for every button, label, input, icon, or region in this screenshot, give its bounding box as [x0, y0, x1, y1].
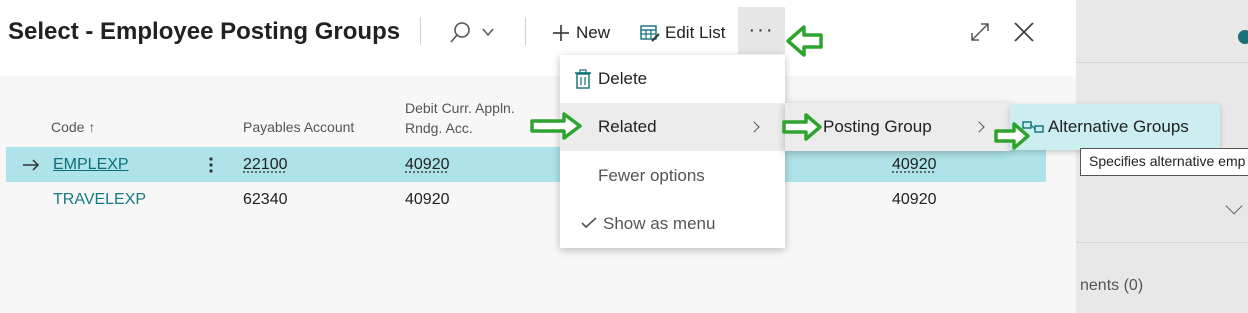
row-menu-icon[interactable]	[209, 157, 213, 173]
menu-item-delete[interactable]: Delete	[560, 55, 785, 103]
menu-item-label: Posting Group	[823, 117, 932, 136]
new-button-label: New	[576, 23, 611, 42]
background-divider	[1076, 62, 1248, 63]
background-status-dot	[1238, 30, 1248, 44]
code-cell[interactable]: TRAVELEXP	[53, 182, 146, 217]
menu-item-label: Delete	[598, 69, 648, 88]
annotation-arrow-right	[994, 122, 1030, 150]
account-cell: 40920	[892, 191, 937, 208]
more-options-button[interactable]: ···	[738, 7, 785, 54]
expand-icon[interactable]	[968, 20, 992, 44]
edit-list-button[interactable]: Edit List	[640, 18, 725, 48]
chevron-right-icon	[973, 121, 985, 133]
ellipsis-icon: ···	[748, 19, 775, 41]
sort-ascending-icon: ↑	[88, 119, 96, 135]
search-icon	[450, 22, 494, 43]
menu-item-alternative-groups[interactable]: Alternative Groups	[1048, 117, 1189, 137]
menu-item-label: Show as menu	[603, 214, 716, 233]
annotation-arrow-right	[530, 112, 582, 140]
menu-item-related[interactable]: Related	[560, 103, 785, 151]
arrow-right-icon	[23, 159, 40, 171]
check-icon	[581, 217, 597, 229]
debit-curr-appln-cell: 40920	[405, 191, 450, 208]
toolbar-divider	[420, 17, 421, 45]
column-header-code[interactable]: Code ↑	[51, 117, 95, 137]
account-cell[interactable]: 40920	[892, 147, 937, 182]
toolbar-divider	[525, 17, 526, 45]
column-header-payables-account[interactable]: Payables Account	[243, 117, 354, 137]
column-header-line: Debit Curr. Appln.	[405, 100, 515, 116]
annotation-arrow-left	[786, 25, 823, 57]
new-button[interactable]: New	[551, 18, 610, 48]
menu-item-fewer-options[interactable]: Fewer options	[560, 152, 785, 200]
column-header-debit-curr-appln-rndg-acc[interactable]: Debit Curr. Appln. Rndg. Acc.	[405, 98, 515, 138]
background-divider	[1076, 242, 1248, 243]
code-cell[interactable]: EMPLEXP	[53, 147, 129, 182]
close-icon[interactable]	[1012, 20, 1036, 44]
edit-list-button-label: Edit List	[665, 23, 726, 42]
edit-list-icon	[640, 25, 660, 42]
page-title: Select - Employee Posting Groups	[8, 18, 401, 45]
menu-item-label: Fewer options	[598, 166, 705, 185]
plus-icon	[553, 25, 569, 41]
posting-group-submenu: Alternative Groups	[1010, 104, 1220, 150]
attachments-label: nents (0)	[1080, 277, 1144, 294]
lookup-dialog: Select - Employee Posting Groups New Edi…	[0, 0, 1076, 313]
column-header-line: Rndg. Acc.	[405, 120, 473, 136]
menu-item-label: Related	[598, 117, 657, 136]
more-options-menu: Delete Related Fewer options Show as men…	[560, 55, 785, 248]
debit-curr-appln-cell[interactable]: 40920	[405, 147, 450, 182]
payables-account-cell: 62340	[243, 191, 288, 208]
payables-account-cell[interactable]: 22100	[243, 147, 288, 182]
table-row[interactable]: TRAVELEXP 62340 40920 40920	[6, 182, 1046, 217]
tooltip: Specifies alternative emp	[1080, 148, 1248, 176]
table-row[interactable]: EMPLEXP 22100 40920 40920	[6, 147, 1046, 182]
chevron-right-icon	[748, 121, 760, 133]
search-button[interactable]	[448, 20, 500, 46]
annotation-arrow-right	[782, 113, 822, 141]
column-header-code-label: Code	[51, 119, 85, 135]
trash-icon	[575, 69, 591, 89]
menu-item-show-as-menu[interactable]: Show as menu	[560, 200, 785, 248]
